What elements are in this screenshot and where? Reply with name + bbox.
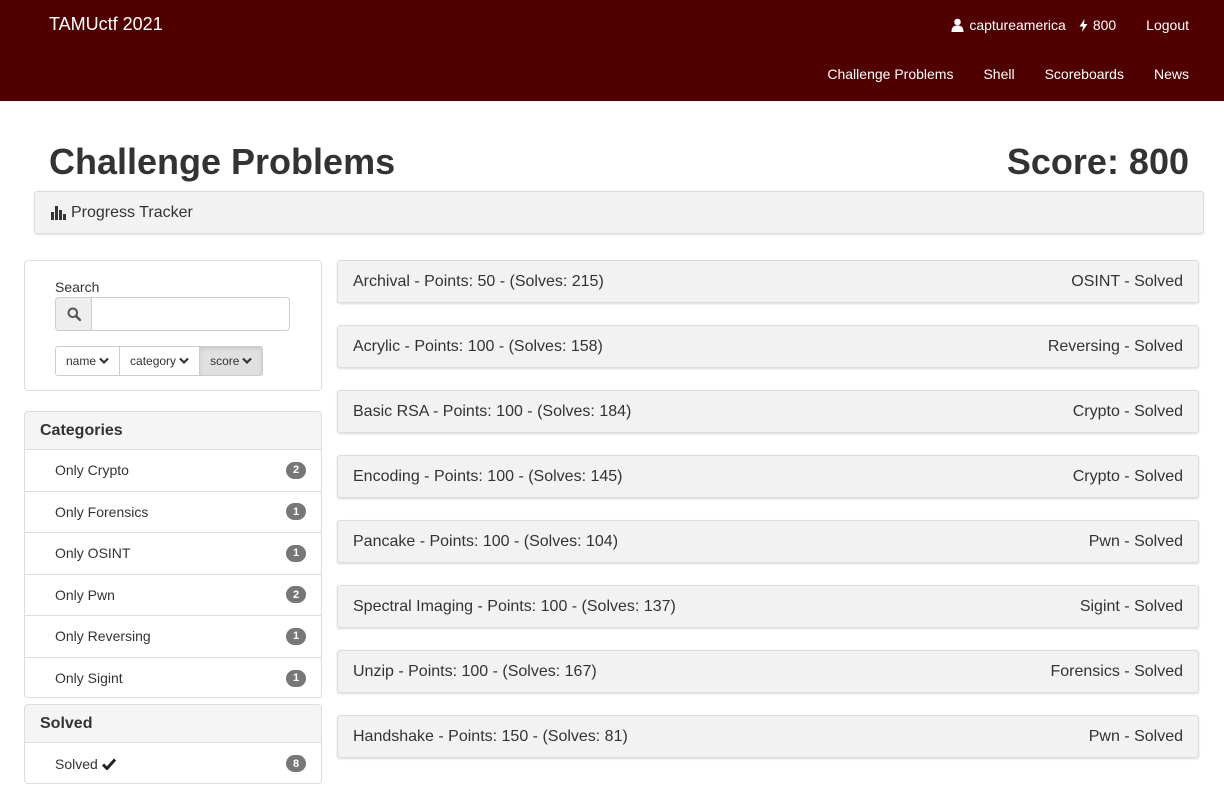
problem-row[interactable]: Spectral Imaging - Points: 100 - (Solves…: [337, 585, 1199, 628]
user-profile-link[interactable]: captureamerica: [951, 17, 1066, 33]
problem-status: Crypto - Solved: [1072, 467, 1183, 485]
problem-title: Acrylic - Points: 100 - (Solves: 158): [353, 337, 603, 355]
problem-title: Basic RSA - Points: 100 - (Solves: 184): [353, 402, 632, 420]
bar-chart-icon: [51, 205, 66, 220]
brand-link[interactable]: TAMUctf 2021: [49, 14, 163, 35]
sort-by-name-button[interactable]: name: [55, 346, 121, 376]
user-score: 800: [1079, 17, 1116, 33]
category-filter-crypto[interactable]: Only Crypto 2: [25, 450, 321, 492]
problem-status: Pwn - Solved: [1088, 532, 1183, 550]
count-badge: 1: [286, 544, 306, 562]
search-addon: [55, 297, 92, 331]
category-filter-osint[interactable]: Only OSINT 1: [25, 533, 321, 575]
search-icon: [67, 307, 81, 321]
checkmark-icon: [101, 758, 116, 770]
chevron-down-icon: [242, 357, 253, 365]
problem-title: Archival - Points: 50 - (Solves: 215): [353, 272, 604, 290]
category-filter-label: Only OSINT: [55, 545, 131, 562]
problem-row[interactable]: Basic RSA - Points: 100 - (Solves: 184) …: [337, 390, 1199, 433]
chevron-down-icon: [179, 357, 189, 365]
nav-shell[interactable]: Shell: [983, 66, 1014, 82]
sort-by-category-button[interactable]: category: [120, 346, 201, 376]
solved-heading: Solved: [25, 705, 321, 743]
user-nav: captureamerica 800 Logout: [951, 16, 1189, 34]
user-score-value: 800: [1092, 17, 1117, 33]
problem-row[interactable]: Pancake - Points: 100 - (Solves: 104) Pw…: [337, 520, 1199, 563]
username: captureamerica: [969, 17, 1066, 33]
categories-heading: Categories: [25, 412, 321, 450]
count-badge: 1: [286, 627, 306, 645]
problem-row[interactable]: Handshake - Points: 150 - (Solves: 81) P…: [337, 715, 1199, 758]
count-badge: 1: [286, 669, 306, 687]
problem-status: Forensics - Solved: [1050, 662, 1184, 680]
sort-button-group: name category score: [55, 346, 264, 376]
category-filter-label: Only Sigint: [55, 670, 123, 687]
problem-row[interactable]: Unzip - Points: 100 - (Solves: 167) Fore…: [337, 650, 1199, 693]
problem-row[interactable]: Acrylic - Points: 100 - (Solves: 158) Re…: [337, 325, 1199, 368]
search-panel: Search name category score: [24, 260, 322, 391]
problem-status: Sigint - Solved: [1079, 597, 1183, 615]
sort-category-label: category: [130, 354, 177, 368]
problem-status: OSINT - Solved: [1071, 272, 1183, 290]
category-filter-sigint[interactable]: Only Sigint 1: [25, 658, 321, 698]
problem-title: Unzip - Points: 100 - (Solves: 167): [353, 662, 597, 680]
user-icon: [951, 18, 964, 32]
chevron-down-icon: [99, 357, 109, 365]
solved-filter-label: Solved: [55, 755, 98, 772]
problem-title: Handshake - Points: 150 - (Solves: 81): [353, 727, 628, 745]
nav-scoreboards[interactable]: Scoreboards: [1045, 66, 1124, 82]
bolt-icon: [1079, 18, 1088, 32]
main-nav: Challenge Problems Shell Scoreboards New…: [827, 66, 1189, 82]
problem-title: Encoding - Points: 100 - (Solves: 145): [353, 467, 623, 485]
navbar: TAMUctf 2021 captureamerica 800 Logout C…: [0, 0, 1224, 101]
problem-status: Reversing - Solved: [1047, 337, 1183, 355]
sort-score-label: score: [210, 354, 240, 368]
category-filter-reversing[interactable]: Only Reversing 1: [25, 616, 321, 658]
category-filter-forensics[interactable]: Only Forensics 1: [25, 492, 321, 533]
nav-challenge-problems[interactable]: Challenge Problems: [827, 66, 953, 82]
category-filter-pwn[interactable]: Only Pwn 2: [25, 575, 321, 616]
logout-link[interactable]: Logout: [1146, 17, 1189, 33]
search-group: [55, 297, 290, 331]
problem-status: Crypto - Solved: [1072, 402, 1183, 420]
progress-tracker-label: Progress Tracker: [71, 203, 193, 221]
count-badge: 2: [286, 461, 306, 479]
solved-filter[interactable]: Solved 8: [25, 743, 321, 783]
progress-tracker-toggle[interactable]: Progress Tracker: [34, 191, 1204, 234]
nav-news[interactable]: News: [1154, 66, 1189, 82]
problem-title: Spectral Imaging - Points: 100 - (Solves…: [353, 597, 676, 615]
problem-title: Pancake - Points: 100 - (Solves: 104): [353, 532, 619, 550]
category-filter-label: Only Crypto: [55, 462, 129, 479]
solved-filter-label-group: Solved: [55, 756, 116, 772]
sort-name-label: name: [66, 354, 97, 368]
categories-panel: Categories Only Crypto 2 Only Forensics …: [24, 411, 322, 698]
category-filter-label: Only Pwn: [55, 586, 115, 603]
page-title: Challenge Problems: [49, 141, 396, 182]
page-score: Score: 800: [1006, 141, 1189, 182]
solved-panel: Solved Solved 8: [24, 704, 322, 784]
problem-row[interactable]: Archival - Points: 50 - (Solves: 215) OS…: [337, 260, 1199, 303]
count-badge: 2: [286, 586, 306, 604]
sort-by-score-button[interactable]: score: [200, 346, 264, 376]
count-badge: 8: [286, 755, 306, 773]
problem-status: Pwn - Solved: [1088, 727, 1183, 745]
search-label: Search: [55, 279, 100, 295]
count-badge: 1: [286, 503, 306, 521]
problem-row[interactable]: Encoding - Points: 100 - (Solves: 145) C…: [337, 455, 1199, 498]
category-filter-label: Only Forensics: [55, 503, 149, 520]
search-input[interactable]: [92, 297, 290, 331]
category-filter-label: Only Reversing: [55, 628, 151, 645]
